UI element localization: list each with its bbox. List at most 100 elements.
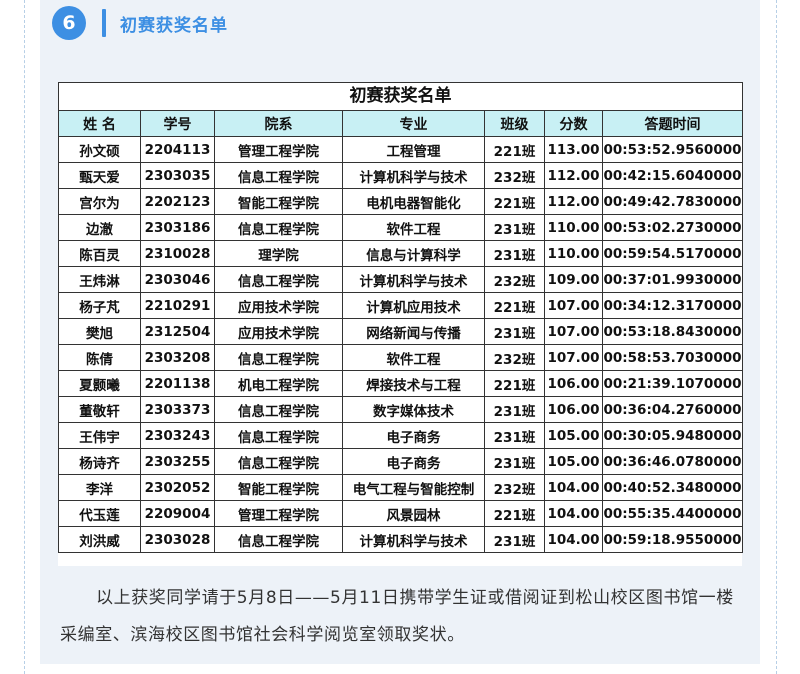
cell-col-department: 信息工程学院: [214, 344, 343, 371]
cell-col-student-id: 2303046: [140, 266, 215, 293]
cell-col-major: 电子商务: [342, 422, 485, 449]
section-title: 初赛获奖名单: [120, 15, 228, 36]
cell-col-department: 信息工程学院: [214, 526, 343, 553]
table-row: 王炜淋 2303046 信息工程学院 计算机科学与技术 232班 109.00 00:37:…: [58, 266, 743, 293]
cell-col-name: 樊旭: [58, 318, 141, 345]
table-row: 边澈 2303186 信息工程学院 软件工程 231班 110.00 00:53:02.27…: [58, 214, 743, 241]
table-header-row: 姓 名学号 院系 专业 班级 分数 答题时间: [58, 110, 743, 137]
cell-col-score: 104.00: [544, 474, 603, 501]
cell-col-score: 106.00: [544, 370, 603, 397]
cell-col-major: 计算机科学与技术: [342, 526, 485, 553]
cell-col-department: 信息工程学院: [214, 162, 343, 189]
cell-col-score: 107.00: [544, 292, 603, 319]
cell-col-name: 边澈: [58, 214, 141, 241]
cell-col-score: 107.00: [544, 318, 603, 345]
cell-col-class: 231班: [484, 214, 545, 241]
cell-col-answer-time: 00:53:02.2730000: [602, 214, 743, 241]
table-row: 宫尔为 2202123 智能工程学院 电机电器智能化 221班 112.00 00:49:4…: [58, 188, 743, 215]
cell-col-answer-time: 00:53:52.9560000: [602, 136, 743, 163]
cell-col-name: 董敬轩: [58, 396, 141, 423]
cell-col-name: 王伟宇: [58, 422, 141, 449]
cell-col-name: 夏颢曦: [58, 370, 141, 397]
cell-col-score: 107.00: [544, 344, 603, 371]
cell-col-student-id: 2303035: [140, 162, 215, 189]
header-col-answer-time: 答题时间: [602, 110, 743, 137]
cell-col-answer-time: 00:34:12.3170000: [602, 292, 743, 319]
section-number-badge: 6: [52, 6, 86, 40]
cell-col-department: 管理工程学院: [214, 136, 343, 163]
section-header: 6 初赛获奖名单: [52, 4, 228, 42]
header-col-student-id: 学号: [140, 110, 215, 137]
cell-col-class: 231班: [484, 526, 545, 553]
cell-col-name: 陈倩: [58, 344, 141, 371]
cell-col-student-id: 2312504: [140, 318, 215, 345]
cell-col-class: 221班: [484, 136, 545, 163]
cell-col-major: 电子商务: [342, 448, 485, 475]
cell-col-class: 231班: [484, 448, 545, 475]
cell-col-major: 电气工程与智能控制: [342, 474, 485, 501]
cell-col-answer-time: 00:36:46.0780000: [602, 448, 743, 475]
winners-sheet: 初赛获奖名单 姓 名学号 院系 专业 班级 分数 答题时间 孙文硕 2204113 管理工程学…: [58, 82, 743, 566]
header-col-class: 班级: [484, 110, 545, 137]
cell-col-score: 106.00: [544, 396, 603, 423]
cell-col-name: 杨诗齐: [58, 448, 141, 475]
table-row: 孙文硕 2204113 管理工程学院 工程管理 221班 113.00 00:53:52.9…: [58, 136, 743, 163]
cell-col-department: 应用技术学院: [214, 292, 343, 319]
cell-col-name: 杨子芃: [58, 292, 141, 319]
cell-col-student-id: 2303208: [140, 344, 215, 371]
cell-col-class: 221班: [484, 188, 545, 215]
award-notice: 以上获奖同学请于5月8日——5月11日携带学生证或借阅证到松山校区图书馆一楼采编…: [60, 588, 734, 645]
cell-col-answer-time: 00:53:18.8430000: [602, 318, 743, 345]
cell-col-answer-time: 00:21:39.1070000: [602, 370, 743, 397]
cell-col-class: 232班: [484, 266, 545, 293]
header-accent-bar: [102, 9, 106, 37]
cell-col-major: 软件工程: [342, 214, 485, 241]
cell-col-class: 221班: [484, 370, 545, 397]
table-row: 杨诗齐 2303255 信息工程学院 电子商务 231班 105.00 00:36:46.0…: [58, 448, 743, 475]
cell-col-class: 232班: [484, 344, 545, 371]
cell-col-major: 数字媒体技术: [342, 396, 485, 423]
cell-col-name: 刘洪威: [58, 526, 141, 553]
cell-col-major: 计算机科学与技术: [342, 162, 485, 189]
cell-col-major: 信息与计算科学: [342, 240, 485, 267]
cell-col-answer-time: 00:37:01.9930000: [602, 266, 743, 293]
cell-col-answer-time: 00:55:35.4400000: [602, 500, 743, 527]
cell-col-answer-time: 00:36:04.2760000: [602, 396, 743, 423]
cell-col-student-id: 2303028: [140, 526, 215, 553]
table-title: 初赛获奖名单: [58, 82, 743, 110]
cell-col-name: 代玉莲: [58, 500, 141, 527]
cell-col-student-id: 2210291: [140, 292, 215, 319]
cell-col-class: 232班: [484, 162, 545, 189]
header-col-department: 院系: [214, 110, 343, 137]
cell-col-major: 焊接技术与工程: [342, 370, 485, 397]
cell-col-score: 112.00: [544, 188, 603, 215]
cell-col-answer-time: 00:59:18.9550000: [602, 526, 743, 553]
cell-col-student-id: 2310028: [140, 240, 215, 267]
cell-col-student-id: 2209004: [140, 500, 215, 527]
cell-col-department: 信息工程学院: [214, 448, 343, 475]
cell-col-student-id: 2303186: [140, 214, 215, 241]
cell-col-department: 理学院: [214, 240, 343, 267]
cell-col-student-id: 2303243: [140, 422, 215, 449]
table-row: 樊旭 2312504 应用技术学院 网络新闻与传播 231班 107.00 00:53:18…: [58, 318, 743, 345]
cell-col-major: 软件工程: [342, 344, 485, 371]
table-row: 王伟宇 2303243 信息工程学院 电子商务 231班 105.00 00:30:05.9…: [58, 422, 743, 449]
cell-col-score: 104.00: [544, 526, 603, 553]
header-col-major: 专业: [342, 110, 485, 137]
table-row: 代玉莲 2209004 管理工程学院 风景园林 221班 104.00 00:55:35.4…: [58, 500, 743, 527]
cell-col-major: 风景园林: [342, 500, 485, 527]
cell-col-score: 110.00: [544, 240, 603, 267]
table-row: 杨子芃 2210291 应用技术学院 计算机应用技术 221班 107.00 00:34:1…: [58, 292, 743, 319]
cell-col-department: 信息工程学院: [214, 396, 343, 423]
cell-col-name: 王炜淋: [58, 266, 141, 293]
cell-col-student-id: 2201138: [140, 370, 215, 397]
cell-col-department: 智能工程学院: [214, 188, 343, 215]
cell-col-major: 电机电器智能化: [342, 188, 485, 215]
cell-col-answer-time: 00:58:53.7030000: [602, 344, 743, 371]
cell-col-name: 孙文硕: [58, 136, 141, 163]
cell-col-department: 管理工程学院: [214, 500, 343, 527]
cell-col-department: 机电工程学院: [214, 370, 343, 397]
cell-col-answer-time: 00:40:52.3480000: [602, 474, 743, 501]
cell-col-name: 甄天爱: [58, 162, 141, 189]
cell-col-class: 221班: [484, 292, 545, 319]
